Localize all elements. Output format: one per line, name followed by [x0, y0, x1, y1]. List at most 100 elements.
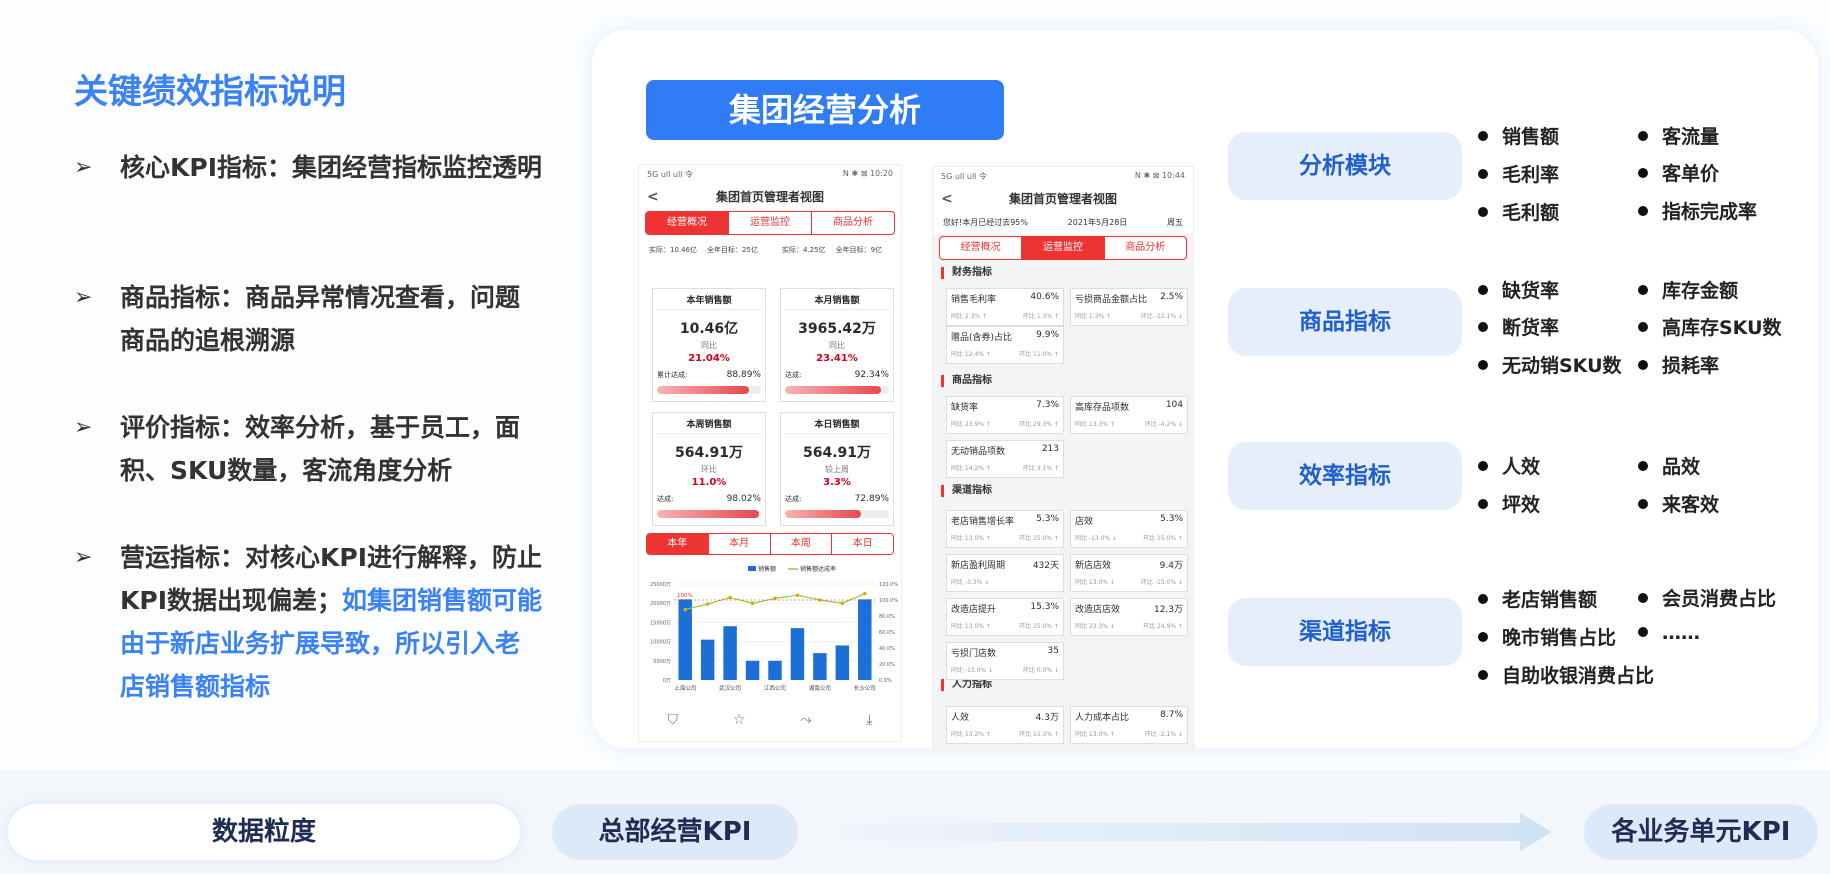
metric-card[interactable]: 无动销品项数 213 同比 14.2% ↑ 环比 3.1% ↑: [946, 440, 1064, 478]
y2-tick-label: 60.0%: [879, 630, 895, 636]
metric-value: 7.3%: [1036, 400, 1059, 410]
tab-overview[interactable]: 经营概况: [940, 237, 1023, 259]
metric-header: 人效 4.3万: [951, 710, 1059, 723]
metric-mom: 环比 -2.1% ↓: [1144, 731, 1183, 738]
metric-value: 2.5%: [1160, 292, 1183, 302]
metric-yoy: 同比 -13.0% ↓: [951, 667, 994, 674]
card-percent: 21.04%: [688, 353, 730, 364]
tab-overview[interactable]: 经营概况: [646, 212, 729, 234]
metric-card[interactable]: 新店盈利周期 432天 同比 -3.3% ↓: [946, 554, 1064, 592]
metric-name: 无动销品项数: [951, 447, 1006, 457]
metric-card[interactable]: 店效 5.3% 同比 -13.0% ↓ 环比 15.0% ↑: [1070, 510, 1188, 548]
progress-bar: [657, 386, 761, 394]
kpi-point: 品效: [1638, 452, 1700, 479]
metric-value: 104: [1165, 400, 1183, 410]
bar[interactable]: [858, 599, 872, 680]
metric-value: 12.3万: [1153, 605, 1183, 615]
nav-bar: < 集团首页管理者视图: [639, 184, 901, 209]
line-point[interactable]: [683, 607, 688, 612]
download-icon[interactable]: ⤓: [866, 712, 872, 728]
bar[interactable]: [723, 626, 737, 680]
bar[interactable]: [768, 660, 782, 680]
line-point[interactable]: [705, 602, 710, 606]
rate-value: 88.89%: [726, 370, 761, 380]
metric-compare: 同比 2.3% ↑ 环比 1.3% ↑: [951, 311, 1059, 320]
back-icon[interactable]: <: [941, 191, 971, 207]
kpi-card-week[interactable]: 本周销售额 564.91万 环比 11.0% 达成: 98.02%: [652, 412, 766, 526]
y2-tick-label: 100.0%: [879, 598, 898, 604]
metric-card[interactable]: 老店销售增长率 5.3% 同比 13.0% ↑ 环比 15.0% ↑: [946, 510, 1064, 548]
metric-card[interactable]: 赠品(含券)占比 9.9% 同比 12.4% ↑ 环比 11.0% ↑: [946, 326, 1064, 364]
kpi-card-month[interactable]: 本月销售额 3965.42万 同比 23.41% 达成: 92.34%: [780, 288, 894, 402]
tab-day[interactable]: 本日: [832, 534, 893, 554]
line-point[interactable]: [773, 596, 777, 601]
tab-monitor[interactable]: 运营监控: [729, 212, 812, 234]
metric-name: 亏损商品金额占比: [1075, 295, 1148, 305]
line-point[interactable]: [728, 595, 732, 600]
line-point[interactable]: [795, 593, 800, 597]
bar[interactable]: [745, 660, 760, 680]
back-icon[interactable]: <: [647, 189, 677, 205]
bar[interactable]: [790, 628, 805, 680]
info-value: 10.46亿: [670, 246, 698, 254]
metric-card[interactable]: 高库存品项数 104 同比 13.3% ↑ 环比 -4.2% ↓: [1070, 396, 1188, 434]
star-icon[interactable]: ☆: [733, 712, 746, 728]
section-product: 商品指标: [941, 375, 992, 387]
metric-compare: 同比 13.3% ↑ 环比 -4.2% ↓: [1075, 419, 1183, 428]
progress-fill: [657, 386, 750, 394]
bullet-text: 营运指标：对核心KPI进行解释，防止KPI数据出现偏差；如集团销售额可能由于新店…: [120, 536, 544, 708]
metric-card[interactable]: 人力成本占比 8.7% 同比 13.0% ↑ 环比 -2.1% ↓: [1070, 706, 1188, 744]
metric-header: 人力成本占比 8.7%: [1075, 710, 1183, 723]
metric-mom: 环比 -4.2% ↓: [1144, 421, 1183, 428]
metric-name: 店效: [1075, 517, 1094, 527]
tab-week[interactable]: 本周: [771, 534, 833, 554]
kpi-point: 高库存SKU数: [1638, 313, 1782, 340]
line-point[interactable]: [862, 591, 867, 596]
metric-card[interactable]: 改造店店效 12.3万 同比 23.3% ↓ 环比 24.9% ↑: [1070, 598, 1188, 636]
filter-icon[interactable]: ⛉: [667, 712, 678, 728]
tab-product[interactable]: 商品分析: [1105, 237, 1186, 259]
tab-year[interactable]: 本年: [647, 534, 709, 554]
info-value: 9亿: [870, 246, 883, 254]
line-point[interactable]: [840, 601, 845, 605]
bar[interactable]: [813, 653, 827, 680]
card-title: 本月销售额: [785, 293, 889, 310]
progress-bar: [657, 510, 761, 518]
metric-name: 人效: [951, 713, 970, 723]
metric-card[interactable]: 改造店提升 15.3% 同比 13.0% ↑ 环比 15.0% ↑: [946, 598, 1064, 636]
metric-card[interactable]: 新店店效 9.4万 同比 13.0% ↓ 环比 -15.0% ↓: [1070, 554, 1188, 592]
status-right: N ✱ ⊠ 10:44: [1134, 171, 1185, 180]
card-sub: 同比: [701, 341, 717, 350]
card-rate: 累计达成: 88.89%: [657, 370, 761, 380]
bar[interactable]: [678, 599, 692, 680]
metric-compare: 同比 -3.3% ↓: [951, 577, 1059, 586]
info-value: 25亿: [742, 246, 758, 254]
tab-product[interactable]: 商品分析: [812, 212, 894, 234]
kpi-card-day[interactable]: 本日销售额 564.91万 较上周 3.3% 达成: 72.89%: [780, 412, 894, 526]
bar[interactable]: [700, 639, 715, 680]
metric-card[interactable]: 亏损商品金额占比 2.5% 同比 1.3% ↑ 环比 -12.1% ↓: [1070, 288, 1188, 326]
share-icon[interactable]: ⤳: [800, 712, 811, 728]
tab-month[interactable]: 本月: [709, 534, 771, 554]
metric-compare: 同比 13.0% ↓ 环比 -15.0% ↓: [1075, 577, 1183, 586]
panel-title: 集团经营分析: [646, 80, 1004, 140]
bar[interactable]: [835, 645, 850, 680]
card-value: 10.46亿: [679, 321, 739, 337]
metric-card[interactable]: 缺货率 7.3% 同比 23.9% ↑ 环比 29.3% ↑: [946, 396, 1064, 434]
page-title: 关键绩效指标说明: [74, 72, 346, 112]
metric-card[interactable]: 销售毛利率 40.6% 同比 2.3% ↑ 环比 1.3% ↑: [946, 288, 1064, 326]
metric-card[interactable]: 亏损门店数 35 同比 -13.0% ↓ 环比 0.0% ↓: [946, 642, 1064, 680]
card-title: 本日销售额: [785, 417, 889, 434]
metric-value: 8.7%: [1160, 710, 1183, 720]
line-point[interactable]: [750, 601, 755, 605]
arrow-bullet-icon: ➢: [74, 285, 93, 310]
card-rate: 达成: 98.02%: [657, 494, 761, 504]
metric-card[interactable]: 人效 4.3万 同比 13.2% ↑ 环比 15.3% ↑: [946, 706, 1064, 744]
info-label: 实际：: [649, 246, 670, 254]
tab-monitor[interactable]: 运营监控: [1022, 237, 1105, 259]
card-sub: 同比: [829, 341, 845, 350]
metric-header: 赠品(含券)占比 9.9%: [951, 330, 1059, 343]
kpi-card-year[interactable]: 本年销售额 10.46亿 同比 21.04% 累计达成: 88.89%: [652, 288, 766, 402]
metric-yoy: 同比 13.0% ↑: [951, 623, 991, 630]
arrow-bullet-icon: ➢: [74, 545, 93, 570]
